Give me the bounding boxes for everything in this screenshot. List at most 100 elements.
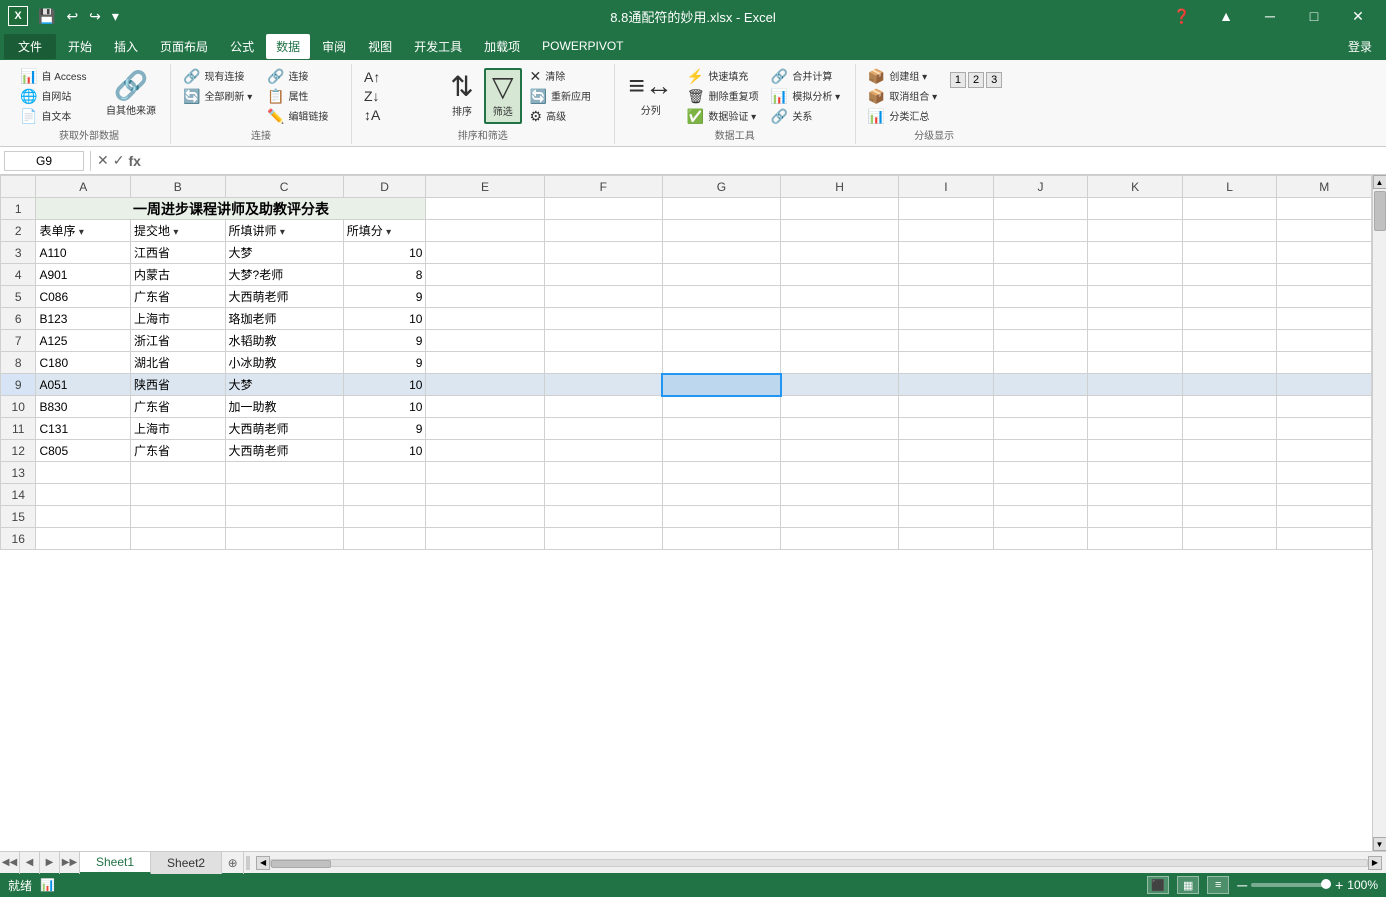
cell-C4[interactable]: 大梦?老师: [225, 264, 343, 286]
help-btn[interactable]: ❓: [1162, 0, 1202, 32]
cell-D12[interactable]: 10: [343, 440, 426, 462]
col-header-A[interactable]: A: [36, 176, 131, 198]
tab-nav-prev[interactable]: ◀: [20, 852, 40, 874]
normal-view-btn[interactable]: ⬛: [1147, 876, 1169, 894]
cell-C12[interactable]: 大西萌老师: [225, 440, 343, 462]
filter-btn[interactable]: ▽ 筛选: [484, 68, 522, 124]
zoom-track[interactable]: [1251, 883, 1331, 887]
sheet-tab-sheet2[interactable]: Sheet2: [151, 852, 222, 874]
row-header-2[interactable]: 2: [1, 220, 36, 242]
col-header-G[interactable]: G: [662, 176, 780, 198]
row-header-14[interactable]: 14: [1, 484, 36, 506]
hscroll-thumb[interactable]: [271, 860, 331, 868]
col-header-C[interactable]: C: [225, 176, 343, 198]
cell-C7[interactable]: 水韬助教: [225, 330, 343, 352]
tab-nav-last[interactable]: ▶▶: [60, 852, 80, 874]
scroll-up-btn[interactable]: ▲: [1373, 175, 1386, 189]
cell-reference-input[interactable]: [4, 151, 84, 171]
menu-developer[interactable]: 开发工具: [404, 34, 472, 59]
filter-arrow-B[interactable]: ▾: [173, 227, 178, 238]
row-header-12[interactable]: 12: [1, 440, 36, 462]
col-header-B[interactable]: B: [131, 176, 226, 198]
menu-addins[interactable]: 加载项: [474, 34, 530, 59]
menu-page-layout[interactable]: 页面布局: [150, 34, 218, 59]
filter-arrow-D[interactable]: ▾: [386, 227, 391, 238]
ribbon-collapse-btn[interactable]: ▲: [1206, 0, 1246, 32]
cell-C5[interactable]: 大西萌老师: [225, 286, 343, 308]
add-sheet-btn[interactable]: ⊕: [222, 852, 244, 874]
cell-A1[interactable]: 一周进步课程讲师及助教评分表: [36, 198, 426, 220]
col-header-K[interactable]: K: [1088, 176, 1183, 198]
text-btn[interactable]: 📄 自文本: [16, 106, 96, 125]
level-1[interactable]: 1: [950, 72, 966, 88]
cell-A5[interactable]: C086: [36, 286, 131, 308]
col-header-I[interactable]: I: [899, 176, 994, 198]
tab-nav-first[interactable]: ◀◀: [0, 852, 20, 874]
relationships-btn[interactable]: 🔗 关系: [767, 106, 847, 125]
row-header-13[interactable]: 13: [1, 462, 36, 484]
what-if-btn[interactable]: 📊 模拟分析 ▾: [767, 86, 847, 105]
cell-D5[interactable]: 9: [343, 286, 426, 308]
customize-quick-btn[interactable]: ▾: [108, 6, 123, 27]
group-btn[interactable]: 📦 创建组 ▾: [864, 66, 944, 85]
cell-D6[interactable]: 10: [343, 308, 426, 330]
row-header-3[interactable]: 3: [1, 242, 36, 264]
cell-C2[interactable]: 所填讲师 ▾: [225, 220, 343, 242]
properties-btn[interactable]: 📋 属性: [263, 86, 343, 105]
menu-file[interactable]: 文件: [4, 34, 56, 59]
cell-B7[interactable]: 浙江省: [131, 330, 226, 352]
filter-arrow-A[interactable]: ▾: [79, 227, 84, 238]
cell-C3[interactable]: 大梦: [225, 242, 343, 264]
cell-A7[interactable]: A125: [36, 330, 131, 352]
other-sources-btn[interactable]: 🔗 自其他来源: [100, 66, 162, 122]
cell-D10[interactable]: 10: [343, 396, 426, 418]
cell-A3[interactable]: A110: [36, 242, 131, 264]
close-btn[interactable]: ✕: [1338, 0, 1378, 32]
cell-D3[interactable]: 10: [343, 242, 426, 264]
menu-home[interactable]: 开始: [58, 34, 102, 59]
scroll-track[interactable]: [1373, 189, 1386, 837]
formula-confirm[interactable]: ✓: [113, 152, 125, 169]
row-header-16[interactable]: 16: [1, 528, 36, 550]
vertical-scrollbar[interactable]: ▲ ▼: [1372, 175, 1386, 851]
cell-D4[interactable]: 8: [343, 264, 426, 286]
ungroup-btn[interactable]: 📦 取消组合 ▾: [864, 86, 944, 105]
cell-A9[interactable]: A051: [36, 374, 131, 396]
refresh-all-btn[interactable]: 🔄 全部刷新 ▾: [179, 86, 259, 105]
filter-arrow-C[interactable]: ▾: [280, 227, 285, 238]
cell-C6[interactable]: 珞珈老师: [225, 308, 343, 330]
access-btn[interactable]: 📊 自 Access: [16, 66, 96, 85]
sort-custom-btn[interactable]: ↕A: [360, 106, 440, 124]
cell-D8[interactable]: 9: [343, 352, 426, 374]
maximize-btn[interactable]: □: [1294, 0, 1334, 32]
data-validation-btn[interactable]: ✅ 数据验证 ▾: [683, 106, 763, 125]
cell-A12[interactable]: C805: [36, 440, 131, 462]
menu-insert[interactable]: 插入: [104, 34, 148, 59]
tab-nav-next[interactable]: ▶: [40, 852, 60, 874]
login-btn[interactable]: 登录: [1338, 34, 1382, 59]
cell-A8[interactable]: C180: [36, 352, 131, 374]
cell-B3[interactable]: 江西省: [131, 242, 226, 264]
cell-B2[interactable]: 提交地 ▾: [131, 220, 226, 242]
row-header-7[interactable]: 7: [1, 330, 36, 352]
col-header-H[interactable]: H: [781, 176, 899, 198]
row-header-8[interactable]: 8: [1, 352, 36, 374]
cell-B9[interactable]: 陕西省: [131, 374, 226, 396]
web-btn[interactable]: 🌐 自网站: [16, 86, 96, 105]
cell-A10[interactable]: B830: [36, 396, 131, 418]
scroll-down-btn[interactable]: ▼: [1373, 837, 1386, 851]
zoom-out-btn[interactable]: ─: [1237, 877, 1247, 893]
existing-connections-btn[interactable]: 🔗 现有连接: [179, 66, 259, 85]
cell-B10[interactable]: 广东省: [131, 396, 226, 418]
menu-review[interactable]: 审阅: [312, 34, 356, 59]
formula-input[interactable]: [145, 154, 1382, 168]
cell-D2[interactable]: 所填分 ▾: [343, 220, 426, 242]
row-header-11[interactable]: 11: [1, 418, 36, 440]
col-header-J[interactable]: J: [993, 176, 1088, 198]
edit-links-btn[interactable]: ✏️ 编辑链接: [263, 106, 343, 125]
connections-btn[interactable]: 🔗 连接: [263, 66, 343, 85]
cell-B4[interactable]: 内蒙古: [131, 264, 226, 286]
text-to-columns-btn[interactable]: ≡↔ 分列: [623, 66, 679, 122]
col-header-L[interactable]: L: [1182, 176, 1277, 198]
cell-D9[interactable]: 10: [343, 374, 426, 396]
